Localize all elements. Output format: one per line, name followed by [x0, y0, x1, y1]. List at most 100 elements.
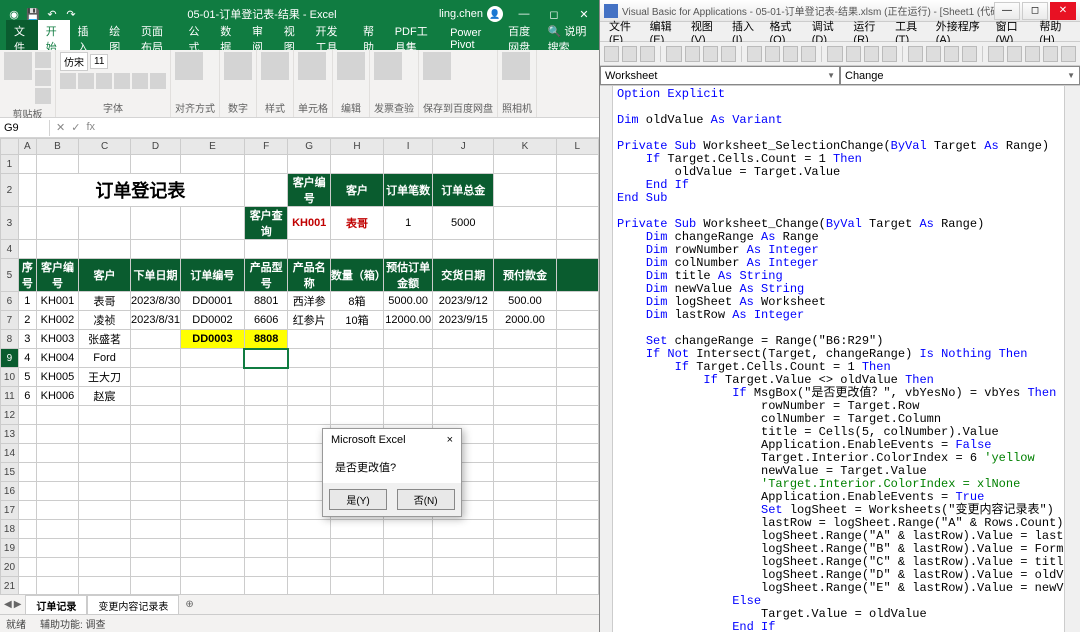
- cell-r12-c5[interactable]: [244, 406, 288, 425]
- cell-r19-c8[interactable]: [384, 539, 433, 558]
- cell-r7-c4[interactable]: DD0002: [180, 311, 244, 330]
- group-icon-7[interactable]: [374, 52, 402, 80]
- cell-r16-c4[interactable]: [180, 482, 244, 501]
- cell-r10-c1[interactable]: KH005: [36, 368, 78, 387]
- col-header-A[interactable]: A: [18, 139, 36, 155]
- cell-r11-c6[interactable]: [288, 387, 330, 406]
- group-icon-9[interactable]: [502, 52, 530, 80]
- cell-r6-c11[interactable]: [556, 292, 598, 311]
- cell-r8-c11[interactable]: [556, 330, 598, 349]
- cell-r18-c6[interactable]: [288, 520, 330, 539]
- row-header-17[interactable]: 17: [1, 501, 19, 520]
- cell-r1-c9[interactable]: [433, 155, 494, 174]
- fx-icon[interactable]: fx: [86, 121, 95, 134]
- cell-r4-c6[interactable]: [288, 240, 330, 259]
- cell-r13-c3[interactable]: [131, 425, 181, 444]
- row-header-8[interactable]: 8: [1, 330, 19, 349]
- cell-r12-c0[interactable]: [18, 406, 36, 425]
- cell-r9-c7[interactable]: [330, 349, 383, 368]
- cell-r17-c3[interactable]: [131, 501, 181, 520]
- cell-r7-c0[interactable]: 2: [18, 311, 36, 330]
- cell-r9-c4[interactable]: [180, 349, 244, 368]
- cell-r13-c0[interactable]: [18, 425, 36, 444]
- col-header-J[interactable]: J: [433, 139, 494, 155]
- cell-r4-c0[interactable]: [18, 240, 36, 259]
- col-header-K[interactable]: K: [494, 139, 556, 155]
- cell-r1-c5[interactable]: [244, 155, 288, 174]
- vba-toolbar-icon-23[interactable]: [1061, 46, 1076, 62]
- row-header-12[interactable]: 12: [1, 406, 19, 425]
- cell-r12-c2[interactable]: [79, 406, 131, 425]
- cell-r15-c5[interactable]: [244, 463, 288, 482]
- col-header-L[interactable]: L: [556, 139, 598, 155]
- cell-r6-c4[interactable]: DD0001: [180, 292, 244, 311]
- vba-toolbar-icon-16[interactable]: [926, 46, 941, 62]
- cell-r3-c11[interactable]: [556, 207, 598, 240]
- col-header-B[interactable]: B: [36, 139, 78, 155]
- cell-r14-c1[interactable]: [36, 444, 78, 463]
- cell-r10-c8[interactable]: [384, 368, 433, 387]
- vba-toolbar-icon-1[interactable]: [622, 46, 637, 62]
- vba-toolbar-icon-8[interactable]: [765, 46, 780, 62]
- row-header-9[interactable]: 9: [1, 349, 19, 368]
- row-header-15[interactable]: 15: [1, 463, 19, 482]
- col-header-C[interactable]: C: [79, 139, 131, 155]
- vba-toolbar-icon-9[interactable]: [783, 46, 798, 62]
- vba-toolbar-icon-14[interactable]: [882, 46, 897, 62]
- cell-r4-c9[interactable]: [433, 240, 494, 259]
- cell-r17-c11[interactable]: [556, 501, 598, 520]
- cell-r5-c6[interactable]: 产品名称: [288, 259, 330, 292]
- vba-toolbar-icon-21[interactable]: [1025, 46, 1040, 62]
- cell-r11-c10[interactable]: [494, 387, 556, 406]
- cell-r10-c6[interactable]: [288, 368, 330, 387]
- cell-r19-c0[interactable]: [18, 539, 36, 558]
- cell-r19-c3[interactable]: [131, 539, 181, 558]
- cell-r21-c8[interactable]: [384, 577, 433, 595]
- cell-r4-c2[interactable]: [79, 240, 131, 259]
- cell-r20-c3[interactable]: [131, 558, 181, 577]
- cell-r1-c11[interactable]: [556, 155, 598, 174]
- cell-r8-c3[interactable]: [131, 330, 181, 349]
- col-header-[interactable]: [1, 139, 19, 155]
- cell-r6-c9[interactable]: 2023/9/12: [433, 292, 494, 311]
- row-header-5[interactable]: 5: [1, 259, 19, 292]
- cell-r15-c4[interactable]: [180, 463, 244, 482]
- cell-r9-c3[interactable]: [131, 349, 181, 368]
- cell-r7-c1[interactable]: KH002: [36, 311, 78, 330]
- format-painter-icon[interactable]: [35, 88, 51, 104]
- cell-r5-c10[interactable]: 预付款金: [494, 259, 556, 292]
- cell-r16-c11[interactable]: [556, 482, 598, 501]
- cell-r4-c5[interactable]: [244, 240, 288, 259]
- cell-r9-c6[interactable]: [288, 349, 330, 368]
- cell-r13-c5[interactable]: [244, 425, 288, 444]
- cell-r6-c2[interactable]: 表哥: [79, 292, 131, 311]
- cell-r5-c4[interactable]: 订单编号: [180, 259, 244, 292]
- cell-r8-c5[interactable]: 8808: [244, 330, 288, 349]
- cell-r3-c10[interactable]: [494, 207, 556, 240]
- cell-r10-c0[interactable]: 5: [18, 368, 36, 387]
- cell-r14-c2[interactable]: [79, 444, 131, 463]
- cell-r18-c7[interactable]: [330, 520, 383, 539]
- cell-r4-c3[interactable]: [131, 240, 181, 259]
- cell-r11-c8[interactable]: [384, 387, 433, 406]
- cell-r2-c4[interactable]: 订单登记表: [36, 174, 244, 207]
- cell-r9-c9[interactable]: [433, 349, 494, 368]
- cell-r1-c7[interactable]: [330, 155, 383, 174]
- cell-r21-c5[interactable]: [244, 577, 288, 595]
- cell-r10-c2[interactable]: 王大刀: [79, 368, 131, 387]
- scrollbar[interactable]: [1064, 86, 1080, 632]
- cell-r10-c11[interactable]: [556, 368, 598, 387]
- cell-r6-c10[interactable]: 500.00: [494, 292, 556, 311]
- cell-r1-c10[interactable]: [494, 155, 556, 174]
- procedure-dropdown[interactable]: Change▼: [840, 66, 1080, 85]
- object-dropdown[interactable]: Worksheet▼: [600, 66, 840, 85]
- cell-r7-c6[interactable]: 红参片: [288, 311, 330, 330]
- cell-r7-c3[interactable]: 2023/8/31: [131, 311, 181, 330]
- enter-icon[interactable]: ✓: [71, 121, 80, 134]
- font-name[interactable]: 仿宋: [60, 52, 88, 71]
- cell-r20-c9[interactable]: [433, 558, 494, 577]
- cell-r19-c10[interactable]: [494, 539, 556, 558]
- vba-toolbar-icon-0[interactable]: [604, 46, 619, 62]
- cell-r11-c11[interactable]: [556, 387, 598, 406]
- row-header-13[interactable]: 13: [1, 425, 19, 444]
